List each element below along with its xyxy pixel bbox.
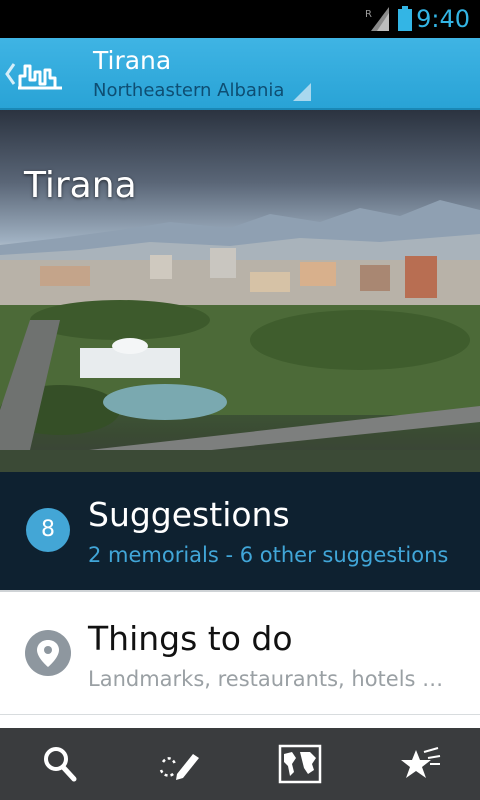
status-bar: R 9:40 — [0, 0, 480, 38]
roaming-indicator: R — [365, 9, 372, 20]
favorites-star-icon — [401, 747, 441, 778]
back-chevron-icon — [5, 63, 16, 85]
draw-route-button[interactable] — [120, 728, 240, 800]
signal-icon: R — [365, 7, 389, 31]
search-button[interactable] — [0, 728, 120, 800]
suggestions-row[interactable]: 8 Suggestions 2 memorials - 6 other sugg… — [0, 472, 480, 590]
city-skyline-logo-icon — [18, 64, 62, 90]
map-pin-icon — [25, 630, 71, 676]
search-icon — [44, 747, 77, 782]
battery-icon — [398, 6, 412, 31]
action-bar: Tirana Northeastern Albania — [0, 38, 480, 110]
up-navigation-button[interactable] — [4, 58, 74, 90]
world-map-button[interactable] — [240, 728, 360, 800]
things-to-do-row[interactable]: Things to do Landmarks, restaurants, hot… — [0, 590, 480, 714]
suggestions-subtitle: 2 memorials - 6 other suggestions — [88, 543, 449, 567]
location-subtitle[interactable]: Northeastern Albania — [93, 80, 284, 102]
favorites-button[interactable] — [360, 728, 480, 800]
world-map-icon — [278, 744, 322, 784]
suggestions-title: Suggestions — [88, 495, 290, 534]
hero-title: Tirana — [24, 165, 137, 206]
bottom-toolbar — [0, 728, 480, 800]
location-title[interactable]: Tirana — [93, 47, 171, 75]
hero-image[interactable]: Tirana — [0, 110, 480, 472]
status-clock: 9:40 — [416, 5, 470, 33]
suggestions-count-badge: 8 — [26, 508, 70, 552]
things-to-do-title: Things to do — [88, 619, 293, 658]
draw-route-icon — [159, 754, 199, 780]
things-to-do-subtitle: Landmarks, restaurants, hotels … — [88, 667, 444, 691]
dropdown-triangle-icon[interactable] — [293, 83, 311, 101]
